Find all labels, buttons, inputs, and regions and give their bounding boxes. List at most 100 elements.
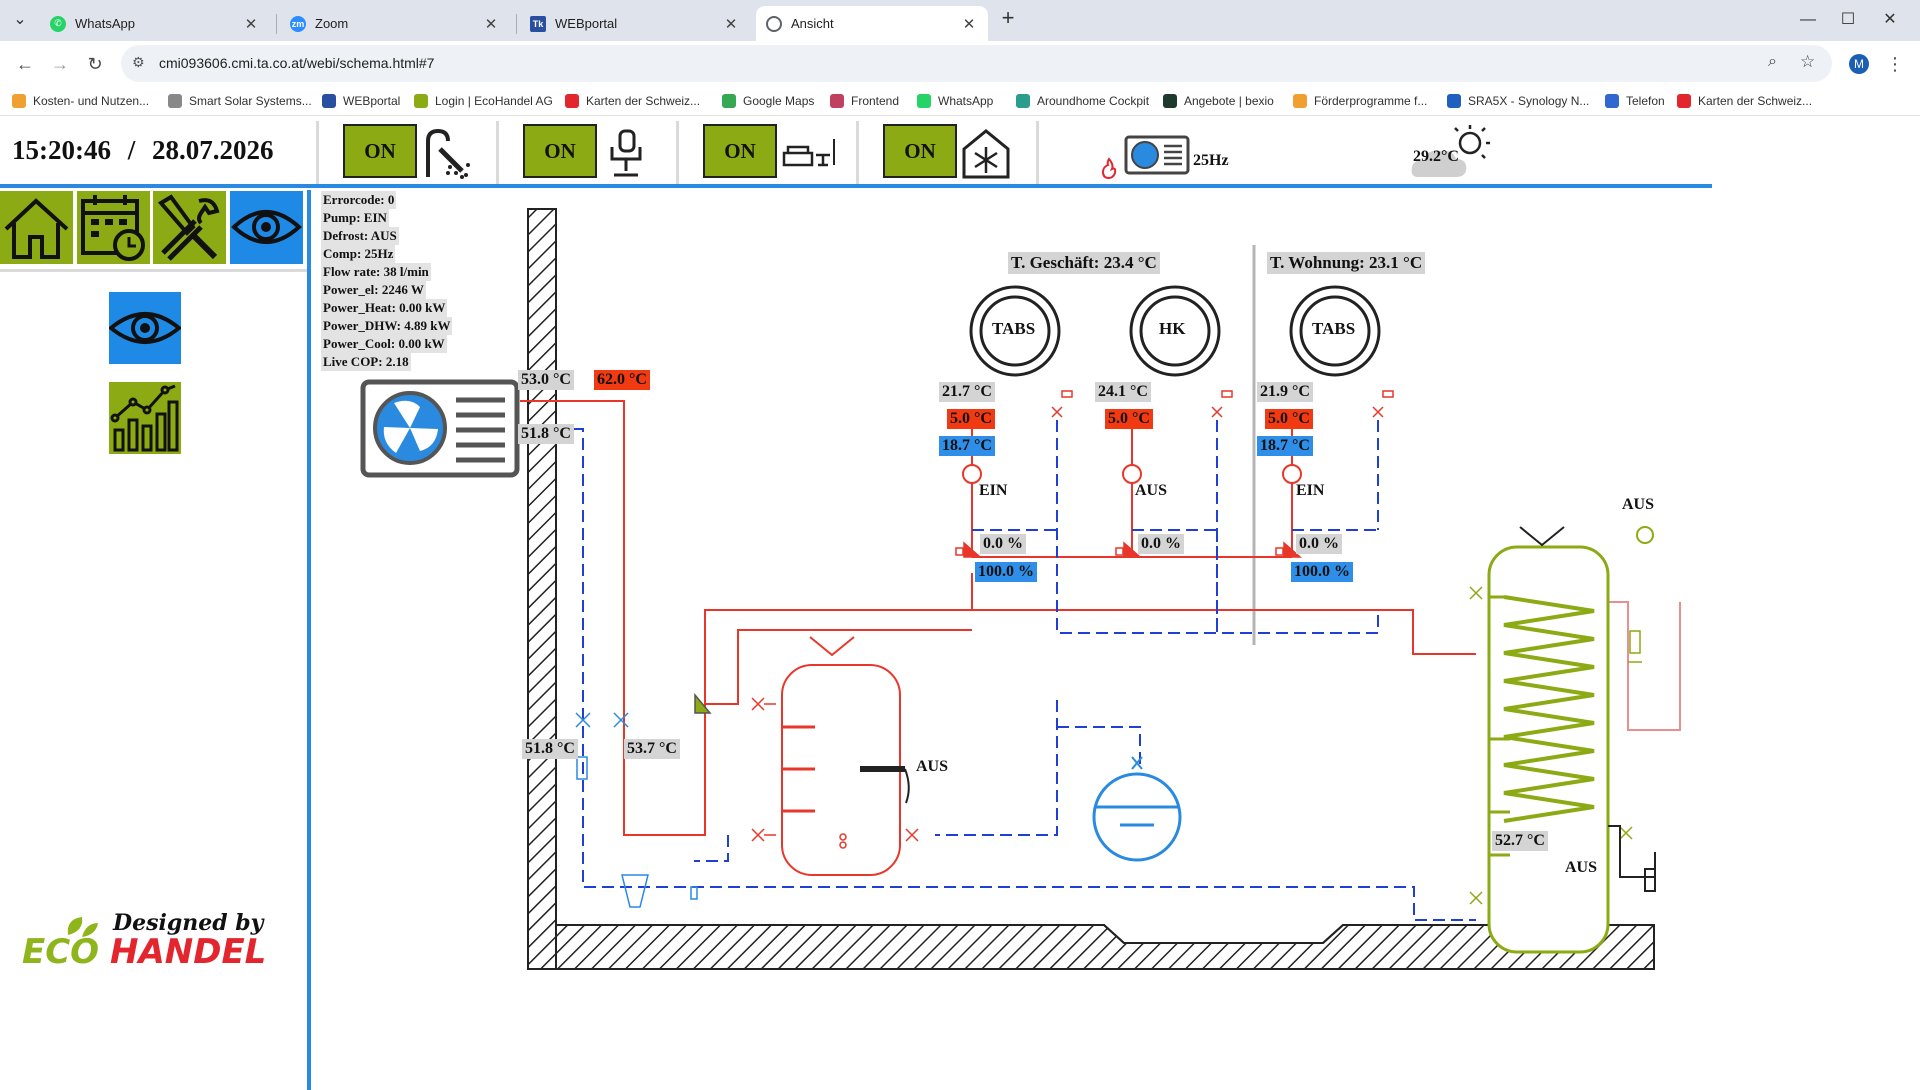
webportal-icon: Tk [530,15,546,32]
circuit-1-mixer: 0.0 % [980,534,1026,554]
address-bar[interactable]: ⚙ cmi093606.cmi.ta.co.at/webi/schema.htm… [121,45,1832,82]
circuit-3-setpoint-red: 5.0 °C [1265,409,1313,429]
bookmarks-bar: Kosten- und Nutzen... Smart Solar Systems… [0,86,1920,116]
circuit-1-name: TABS [992,319,1036,338]
tab-ansicht[interactable]: Ansicht ✕ [756,6,988,41]
bookmark-item[interactable]: Karten der Schweiz... [1677,92,1812,110]
bookmark-label: SRA5X - Synology N... [1468,94,1590,108]
business-room-temp: T. Geschäft: 23.4 °C [1008,252,1160,274]
whatsapp-icon: ✆ [50,15,66,32]
bookmark-favicon-icon [830,94,844,108]
bookmark-item[interactable]: Förderprogramme f... [1293,92,1427,110]
bookmark-label: Karten der Schweiz... [1698,94,1813,108]
bookmark-favicon-icon [414,94,428,108]
circuit-1-mixer-2: 100.0 % [975,562,1037,582]
circuit-3-mixer-2: 100.0 % [1291,562,1353,582]
return-temp-lower: 51.8 °C [522,739,578,759]
dhw-circulation-state: AUS [1622,496,1655,513]
circuit-1-setpoint-red: 5.0 °C [947,409,995,429]
bookmark-item[interactable]: Login | EcoHandel AG [414,92,553,110]
circuit-2-mixer: 0.0 % [1138,534,1184,554]
circuit-3-mixer: 0.0 % [1296,534,1342,554]
close-icon[interactable]: ✕ [960,15,978,33]
forward-button[interactable]: → [45,49,75,79]
flow-temp-lower: 53.7 °C [624,739,680,759]
bookmark-label: WhatsApp [938,94,994,108]
bookmark-favicon-icon [1293,94,1307,108]
tab-title: WEBportal [555,16,618,31]
expansion-vessel [1092,756,1182,862]
dhw-heater-element [1644,868,1656,892]
bookmark-item[interactable]: Aroundhome Cockpit [1016,92,1149,110]
tab-search-button[interactable]: ⌄ [2,8,38,32]
bookmark-item[interactable]: Frontend [830,92,899,110]
heat-pump-unit [360,379,520,478]
tab-webportal[interactable]: Tk WEBportal ✕ [520,6,750,41]
globe-icon [766,15,782,32]
tab-title: Ansicht [791,16,834,31]
hp-flow-temp: 53.0 °C [518,370,574,390]
tab-title: WhatsApp [75,16,135,31]
hp-return-temp: 51.8 °C [518,424,574,444]
bookmark-label: Login | EcoHandel AG [435,94,553,108]
bookmark-label: Angebote | bexio [1184,94,1274,108]
bookmark-item[interactable]: Smart Solar Systems... [168,92,312,110]
profile-avatar[interactable]: M [1849,54,1869,74]
buffer-tank [781,636,910,876]
bookmark-label: Smart Solar Systems... [189,94,312,108]
bookmark-label: Karten der Schweiz... [586,94,701,108]
bookmark-label: Aroundhome Cockpit [1037,94,1150,108]
maximize-button[interactable]: ☐ [1828,8,1868,32]
bookmark-star-icon[interactable]: ☆ [1800,52,1815,72]
tab-whatsapp[interactable]: ✆ WhatsApp ✕ [40,6,270,41]
dhw-temp: 52.7 °C [1492,831,1548,851]
zoom-icon[interactable]: ⌕ [1768,53,1777,71]
bookmark-label: Frontend [851,94,900,108]
site-info-icon[interactable]: ⚙ [132,54,145,71]
bookmark-item[interactable]: Karten der Schweiz... [565,92,700,110]
bookmark-item[interactable]: Google Maps [722,92,814,110]
circuit-1-flow-temp: 21.7 °C [939,382,995,402]
bookmark-favicon-icon [1605,94,1619,108]
close-icon[interactable]: ✕ [482,15,500,33]
hp-flow-setpoint: 62.0 °C [594,370,650,390]
brand-eco: ECO [22,932,100,972]
building-wall [527,208,1655,970]
bookmark-item[interactable]: Kosten- und Nutzen... [12,92,149,110]
bookmark-item[interactable]: WEBportal [322,92,400,110]
reload-button[interactable]: ↻ [80,49,110,79]
tab-divider [516,14,517,34]
close-window-button[interactable]: ✕ [1870,8,1910,32]
bookmark-label: WEBportal [343,94,401,108]
circuit-1-setpoint-blue: 18.7 °C [939,436,995,456]
menu-kebab-icon[interactable]: ⋮ [1880,49,1910,79]
bookmark-item[interactable]: Telefon [1605,92,1665,110]
close-icon[interactable]: ✕ [722,15,740,33]
bookmark-item[interactable]: Angebote | bexio [1163,92,1274,110]
minimize-button[interactable]: — [1788,8,1828,32]
circuit-2-flow-temp: 24.1 °C [1095,382,1151,402]
back-button[interactable]: ← [10,49,40,79]
circuit-3-flow-temp: 21.9 °C [1257,382,1313,402]
bookmark-label: Google Maps [743,94,815,108]
bookmark-favicon-icon [722,94,736,108]
new-tab-button[interactable]: + [988,6,1028,30]
bookmark-label: Förderprogramme f... [1314,94,1428,108]
bookmark-favicon-icon [917,94,931,108]
circuit-2-pump-state: AUS [1135,482,1168,499]
brand-handel: HANDEL [110,932,267,972]
circuit-3-name: TABS [1312,319,1356,338]
browser-tab-strip: ⌄ ✆ WhatsApp ✕ zm Zoom ✕ Tk WEBportal ✕ … [0,0,1920,41]
bookmark-item[interactable]: WhatsApp [917,92,993,110]
tab-divider [276,14,277,34]
app-root: 15:20:46 / 28.07.2026 ON ON ON ON 25Hz 2… [0,117,1920,1090]
circuit-2-name: HK [1159,319,1186,338]
bookmark-item[interactable]: SRA5X - Synology N... [1447,92,1589,110]
bookmark-label: Telefon [1626,94,1665,108]
close-icon[interactable]: ✕ [242,15,260,33]
dhw-heater-state: AUS [1565,859,1598,876]
bookmark-favicon-icon [1016,94,1030,108]
tab-zoom[interactable]: zm Zoom ✕ [280,6,510,41]
hydraulic-schema [360,208,1681,970]
circuit-3-pump-state: EIN [1296,482,1325,499]
